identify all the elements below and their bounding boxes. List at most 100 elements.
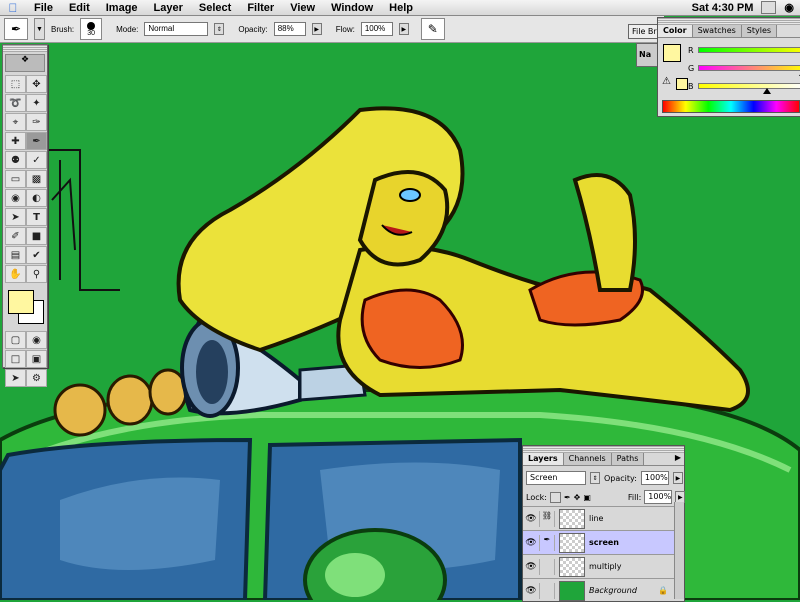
tab-color[interactable]: Color xyxy=(658,25,693,37)
blur-tool-icon[interactable]: ◉ xyxy=(5,189,26,207)
layer-opacity-field[interactable]: 100% xyxy=(641,471,669,485)
color-spectrum-bar[interactable] xyxy=(662,100,800,113)
marquee-tool-icon[interactable]: ⬚ xyxy=(5,75,26,93)
foreground-color-swatch[interactable] xyxy=(8,290,34,314)
layer-link-icon[interactable]: ⛓ xyxy=(539,511,555,527)
layer-name[interactable]: screen xyxy=(589,538,619,547)
tab-paths[interactable]: Paths xyxy=(612,453,645,465)
layer-name[interactable]: line xyxy=(589,514,603,523)
menu-view[interactable]: View xyxy=(282,2,323,14)
brush-active-icon[interactable]: ✒ xyxy=(539,535,555,551)
visibility-eye-icon[interactable]: 👁 xyxy=(523,538,539,548)
layer-name[interactable]: multiply xyxy=(589,562,621,571)
layers-scrollbar[interactable] xyxy=(674,502,684,599)
healing-brush-icon[interactable]: ✚ xyxy=(5,132,26,150)
paint-bucket-icon[interactable]: ▩ xyxy=(26,170,47,188)
tab-styles[interactable]: Styles xyxy=(742,25,777,37)
lock-position-icon[interactable]: ✥ xyxy=(574,493,581,502)
clock[interactable]: Sat 4:30 PM xyxy=(692,2,754,14)
history-brush-icon[interactable]: ✓ xyxy=(26,151,47,169)
slice-tool-icon[interactable]: ✑ xyxy=(26,113,47,131)
menu-help[interactable]: Help xyxy=(381,2,421,14)
menu-edit[interactable]: Edit xyxy=(61,2,98,14)
pen-tool-icon[interactable]: ✐ xyxy=(5,227,26,245)
palette-menu-icon[interactable]: ▶ xyxy=(675,453,684,465)
channel-r-slider[interactable] xyxy=(698,47,800,53)
magic-wand-icon[interactable]: ✦ xyxy=(26,94,47,112)
flow-field[interactable]: 100% xyxy=(361,22,393,36)
menu-file[interactable]: File xyxy=(26,2,61,14)
layer-thumbnail[interactable] xyxy=(559,509,585,529)
visibility-eye-icon[interactable]: 👁 xyxy=(523,514,539,524)
visibility-eye-icon[interactable]: 👁 xyxy=(523,586,539,596)
lock-all-icon[interactable]: ▣ xyxy=(583,493,591,502)
layer-opacity-slider-icon[interactable]: ▶ xyxy=(673,472,683,484)
mode-dropdown-icon[interactable]: ⇕ xyxy=(214,23,224,35)
menu-layer[interactable]: Layer xyxy=(146,2,191,14)
hand-tool-icon[interactable]: ✋ xyxy=(5,265,26,283)
tab-swatches[interactable]: Swatches xyxy=(693,25,742,37)
notes-tool-icon[interactable]: ▤ xyxy=(5,246,26,264)
quick-mask-icon[interactable]: ◉ xyxy=(26,331,47,349)
blend-mode-select[interactable]: Screen xyxy=(526,471,586,485)
zoom-tool-icon[interactable]: ⚲ xyxy=(26,265,47,283)
eraser-tool-icon[interactable]: ▭ xyxy=(5,170,26,188)
toolbox-title-bar[interactable] xyxy=(3,45,47,52)
slider-thumb-icon[interactable] xyxy=(763,88,771,94)
tab-layers[interactable]: Layers xyxy=(523,453,564,465)
imageready-jump-icon[interactable]: ➤ xyxy=(5,369,26,387)
type-tool-icon[interactable]: T xyxy=(26,208,47,226)
dodge-tool-icon[interactable]: ◐ xyxy=(26,189,47,207)
path-select-icon[interactable]: ➤ xyxy=(5,208,26,226)
clone-stamp-icon[interactable]: ⚉ xyxy=(5,151,26,169)
imageready-icon[interactable]: ⚙ xyxy=(26,369,47,387)
color-fg-preview[interactable] xyxy=(663,44,681,62)
lock-pixels-icon[interactable]: ✒ xyxy=(564,493,571,502)
blend-mode-dropdown-icon[interactable]: ⇕ xyxy=(590,472,600,484)
move-tool-icon[interactable]: ✥ xyxy=(26,75,47,93)
mode-select[interactable]: Normal xyxy=(144,22,208,36)
layer-link-icon[interactable] xyxy=(539,583,555,599)
channel-g-slider[interactable] xyxy=(698,65,800,71)
layer-row-multiply[interactable]: 👁 multiply xyxy=(523,554,682,578)
tab-channels[interactable]: Channels xyxy=(564,453,612,465)
airbrush-icon[interactable]: ✎ xyxy=(421,18,445,40)
layer-row-line[interactable]: 👁 ⛓ line xyxy=(523,506,682,530)
visibility-eye-icon[interactable]: 👁 xyxy=(523,562,539,572)
opacity-slider-icon[interactable]: ▶ xyxy=(312,23,322,35)
brush-tool-icon[interactable]: ✒ xyxy=(26,132,47,150)
gamut-swatch[interactable] xyxy=(676,78,688,90)
layer-link-icon[interactable] xyxy=(539,559,555,575)
layer-name[interactable]: Background xyxy=(589,586,637,595)
opacity-field[interactable]: 88% xyxy=(274,22,306,36)
menu-image[interactable]: Image xyxy=(98,2,146,14)
screen-mode-icon[interactable]: □ xyxy=(5,350,26,368)
layer-row-background[interactable]: 👁 Background 🔒 xyxy=(523,578,682,602)
channel-b-slider[interactable] xyxy=(698,83,800,89)
shape-tool-icon[interactable]: ■ xyxy=(26,227,47,245)
photoshop-app-icon[interactable]: ◉ xyxy=(784,1,794,14)
flow-slider-icon[interactable]: ▶ xyxy=(399,23,409,35)
tool-preset-picker-icon[interactable]: ✒ xyxy=(4,18,28,40)
lock-transparency-icon[interactable] xyxy=(550,492,561,503)
crop-tool-icon[interactable]: ⌖ xyxy=(5,113,26,131)
menu-select[interactable]: Select xyxy=(191,2,239,14)
layer-thumbnail[interactable] xyxy=(559,533,585,553)
apple-menu-icon[interactable]:  xyxy=(0,1,26,15)
full-screen-icon[interactable]: ▣ xyxy=(26,350,47,368)
color-palette-title-bar[interactable] xyxy=(658,18,800,25)
warning-icon[interactable]: ⚠ xyxy=(662,76,671,87)
window-switch-icon[interactable] xyxy=(761,1,776,14)
brush-picker[interactable]: 30 xyxy=(80,18,102,40)
chevron-down-icon[interactable]: ▼ xyxy=(34,18,45,40)
fill-field[interactable]: 100% xyxy=(644,490,672,504)
standard-mode-icon[interactable]: ▢ xyxy=(5,331,26,349)
eyedropper-icon[interactable]: ✔ xyxy=(26,246,47,264)
menu-window[interactable]: Window xyxy=(323,2,381,14)
adobe-logo-icon[interactable]: ❖ xyxy=(5,54,45,72)
layer-thumbnail[interactable] xyxy=(559,557,585,577)
menu-filter[interactable]: Filter xyxy=(239,2,282,14)
lasso-tool-icon[interactable]: ➰ xyxy=(5,94,26,112)
layers-title-bar[interactable] xyxy=(523,446,684,453)
layer-thumbnail[interactable] xyxy=(559,581,585,601)
